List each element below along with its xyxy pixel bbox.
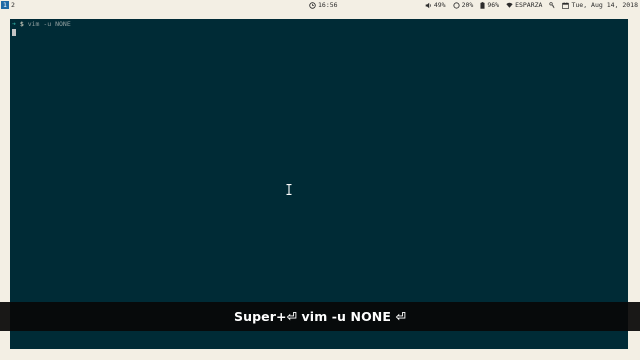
workspace-2-button[interactable]: 2 [9,1,17,9]
volume-indicator[interactable]: 49% [425,0,446,10]
circle-icon [452,1,460,9]
clock-icon [309,1,316,9]
speaker-icon [425,2,432,9]
prompt-arrow: ➜ [12,20,16,28]
cpu-indicator: 20% [452,0,473,10]
battery-icon [480,1,485,9]
key-icon [549,1,555,9]
terminal-cursor [12,29,16,36]
workspace-1-button[interactable]: 1 [1,1,9,9]
wifi-indicator[interactable]: ESPARZA [506,0,542,10]
vpn-indicator [549,1,555,9]
terminal-window[interactable]: ➜ $ vim -u NONE [10,19,628,349]
command-line: ➜ $ vim -u NONE [12,20,71,28]
clock-time: 16:56 [318,1,338,9]
typed-command: vim -u NONE [27,20,71,28]
keystroke-text: Super+⏎ vim -u NONE ⏎ [233,309,407,324]
date-indicator: Tue, Aug 14, 2018 [562,0,638,10]
prompt-dollar: $ [19,20,24,28]
wifi-icon [506,2,513,8]
calendar-icon [562,1,570,9]
status-bar: 1 2 16:56 49% 20% 96% ESPARZA Tue, Aug 1… [0,0,640,10]
keystroke-overlay: Super+⏎ vim -u NONE ⏎ [0,302,640,331]
mouse-ibeam-icon [286,180,292,195]
status-indicators: 49% 20% 96% ESPARZA Tue, Aug 14, 2018 [425,0,638,10]
battery-indicator: 96% [480,0,499,10]
clock: 16:56 [309,0,338,10]
